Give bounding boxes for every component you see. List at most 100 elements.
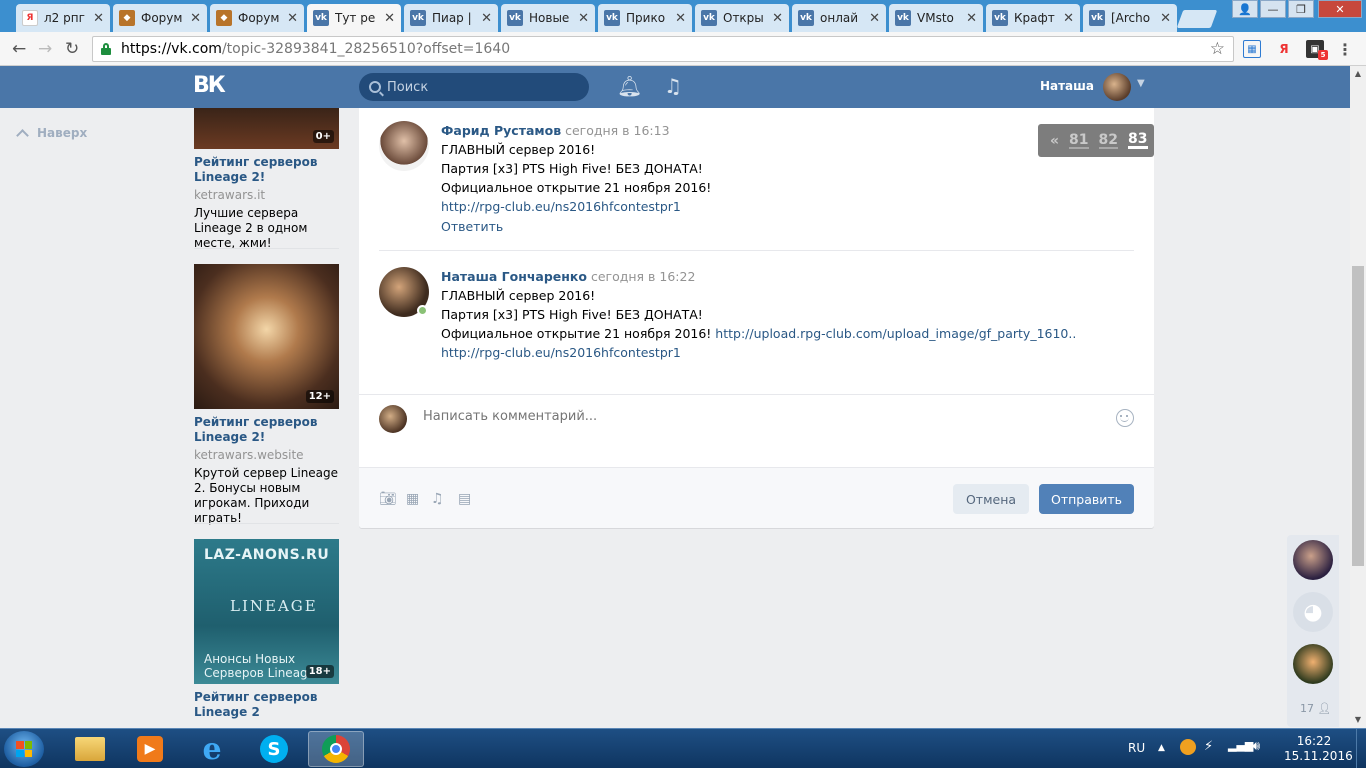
browser-tab[interactable]: vk онлай ✕ [792, 4, 886, 32]
close-icon[interactable]: ✕ [772, 11, 783, 26]
attach-audio-note-icon[interactable]: ♫ [431, 491, 444, 507]
attach-document-icon[interactable]: ▤ [458, 491, 471, 507]
new-tab-button[interactable] [1176, 10, 1218, 28]
skype-taskbar-button[interactable]: S [246, 731, 302, 767]
yandex-extension-icon[interactable]: Я [1275, 40, 1293, 58]
browser-tab[interactable]: vk Откры ✕ [695, 4, 789, 32]
close-icon[interactable]: ✕ [481, 11, 492, 26]
close-icon[interactable]: ✕ [287, 11, 298, 26]
restore-button[interactable]: ❐ [1288, 0, 1314, 18]
attach-photo-camera-icon[interactable]: 📷︎ [379, 491, 397, 507]
author-name-link[interactable]: Фарид Рустамов [441, 123, 561, 138]
scrollbar-thumb[interactable] [1352, 266, 1364, 566]
comment-input[interactable] [423, 409, 1103, 424]
reply-link[interactable]: Ответить [441, 219, 1141, 234]
ad-block[interactable]: 12+ Рейтинг серверов Lineage 2! ketrawar… [194, 264, 339, 526]
close-icon[interactable]: ✕ [675, 11, 686, 26]
browser-tab[interactable]: vk Новые ✕ [501, 4, 595, 32]
tray-expand-icon[interactable]: ▲ [1158, 743, 1165, 753]
ie-taskbar-button[interactable]: e [184, 731, 240, 767]
window-close-button[interactable]: ✕ [1318, 0, 1362, 18]
chevron-down-icon[interactable]: ▼ [1137, 78, 1145, 89]
friend-avatar[interactable] [1293, 644, 1333, 684]
author-name-link[interactable]: Наташа Гончаренко [441, 269, 587, 284]
browser-tab[interactable]: Я л2 рпг ✕ [16, 4, 110, 32]
close-icon[interactable]: ✕ [1160, 11, 1171, 26]
browser-tab[interactable]: ◆ Форум ✕ [113, 4, 207, 32]
explorer-taskbar-button[interactable] [62, 731, 118, 767]
bookmark-star-icon[interactable]: ☆ [1210, 39, 1225, 59]
ad-title[interactable]: Рейтинг серверов Lineage 2! [194, 155, 339, 185]
dog-avatar-icon[interactable]: ◕ [1293, 592, 1333, 632]
author-avatar[interactable] [379, 121, 429, 171]
notifications-bell-icon[interactable]: 🔔︎ [617, 76, 642, 96]
taskbar-clock[interactable]: 16:22 15.11.2016 [1284, 734, 1353, 764]
close-icon[interactable]: ✕ [190, 11, 201, 26]
close-icon[interactable]: ✕ [869, 11, 880, 26]
show-desktop-button[interactable] [1356, 729, 1366, 768]
browser-tab-active[interactable]: vk Тут ре ✕ [307, 4, 401, 32]
vk-logo-icon[interactable]: ВК [193, 75, 227, 97]
browser-tab[interactable]: vk Пиар | ✕ [404, 4, 498, 32]
browser-tab[interactable]: vk Прико ✕ [598, 4, 692, 32]
header-avatar[interactable] [1103, 73, 1131, 101]
menu-dots-icon[interactable]: ⋮ [1336, 40, 1354, 59]
ad-image[interactable]: LAZ-ANONS.RU LINEAGE Анонсы Новых Сервер… [194, 539, 339, 684]
browser-tab[interactable]: vk [Archo ✕ [1083, 4, 1177, 32]
search-box[interactable] [359, 73, 589, 101]
post-image-link[interactable]: http://upload.rpg-club.com/upload_image/… [715, 326, 1076, 341]
media-player-taskbar-button[interactable]: ▶ [122, 731, 178, 767]
calculator-extension-icon[interactable]: ▦ [1243, 40, 1261, 58]
vk-favicon-icon: vk [604, 10, 620, 26]
close-icon[interactable]: ✕ [966, 11, 977, 26]
browser-tab[interactable]: vk Крафт ✕ [986, 4, 1080, 32]
ad-block[interactable]: 0+ Рейтинг серверов Lineage 2! ketrawars… [194, 108, 339, 251]
ad-image[interactable]: 0+ [194, 108, 339, 149]
chrome-taskbar-button[interactable] [308, 731, 364, 767]
cancel-button[interactable]: Отмена [953, 484, 1029, 514]
scroll-to-top-button[interactable]: Наверх [16, 126, 87, 142]
post-timestamp[interactable]: сегодня в 16:13 [565, 123, 669, 138]
composer-avatar[interactable] [379, 405, 407, 433]
address-bar[interactable]: https://vk.com/topic-32893841_28256510?o… [92, 36, 1234, 62]
start-button[interactable] [4, 731, 44, 767]
attach-video-film-icon[interactable]: ▦ [406, 491, 419, 507]
browser-tab[interactable]: vk VMsto ✕ [889, 4, 983, 32]
forward-arrow-icon[interactable]: → [38, 39, 52, 59]
post-timestamp[interactable]: сегодня в 16:22 [591, 269, 695, 284]
music-note-icon[interactable]: ♫ [664, 76, 682, 96]
network-signal-icon[interactable]: ▂▄▆ [1228, 739, 1253, 752]
minimize-button[interactable]: — [1260, 0, 1286, 18]
post-link[interactable]: http://rpg-club.eu/ns2016hfcontestpr1 [441, 343, 1141, 362]
browser-tab[interactable]: ◆ Форум ✕ [210, 4, 304, 32]
power-plug-icon[interactable]: ⚡︎ [1204, 739, 1213, 754]
ad-title[interactable]: Рейтинг серверов Lineage 2! [194, 415, 339, 445]
pager-page-link[interactable]: 82 [1098, 133, 1119, 149]
close-icon[interactable]: ✕ [578, 11, 589, 26]
internet-explorer-icon: e [202, 731, 222, 767]
send-button[interactable]: Отправить [1039, 484, 1134, 514]
back-arrow-icon[interactable]: ← [12, 39, 26, 59]
ad-title[interactable]: Рейтинг серверов Lineage 2 [194, 690, 339, 720]
ad-block[interactable]: LAZ-ANONS.RU LINEAGE Анонсы Новых Сервер… [194, 539, 339, 720]
close-icon[interactable]: ✕ [93, 11, 104, 26]
header-user-name[interactable]: Наташа [1032, 79, 1094, 93]
close-icon[interactable]: ✕ [384, 11, 395, 26]
user-profile-button[interactable]: 👤 [1232, 0, 1258, 18]
pager-page-link[interactable]: 81 [1069, 133, 1089, 149]
friend-avatar[interactable] [1293, 540, 1333, 580]
tray-app-icon[interactable] [1180, 739, 1196, 755]
pager-prev-button[interactable]: « [1050, 133, 1059, 149]
reload-icon[interactable]: ↻ [65, 39, 79, 59]
language-indicator[interactable]: RU [1128, 741, 1145, 755]
online-friends-count[interactable]: 17 👤︎ [1300, 702, 1331, 715]
post-link[interactable]: http://rpg-club.eu/ns2016hfcontestpr1 [441, 197, 1141, 216]
close-icon[interactable]: ✕ [1063, 11, 1074, 26]
search-input[interactable] [387, 79, 577, 95]
ad-image[interactable]: 12+ [194, 264, 339, 409]
scroll-down-arrow-icon[interactable]: ▼ [1350, 712, 1366, 728]
emoji-smile-icon[interactable] [1116, 409, 1134, 427]
scroll-up-arrow-icon[interactable]: ▲ [1350, 66, 1366, 82]
volume-speaker-icon[interactable]: 🔊︎ [1252, 739, 1260, 754]
page-scrollbar[interactable]: ▲ ▼ [1350, 66, 1366, 728]
